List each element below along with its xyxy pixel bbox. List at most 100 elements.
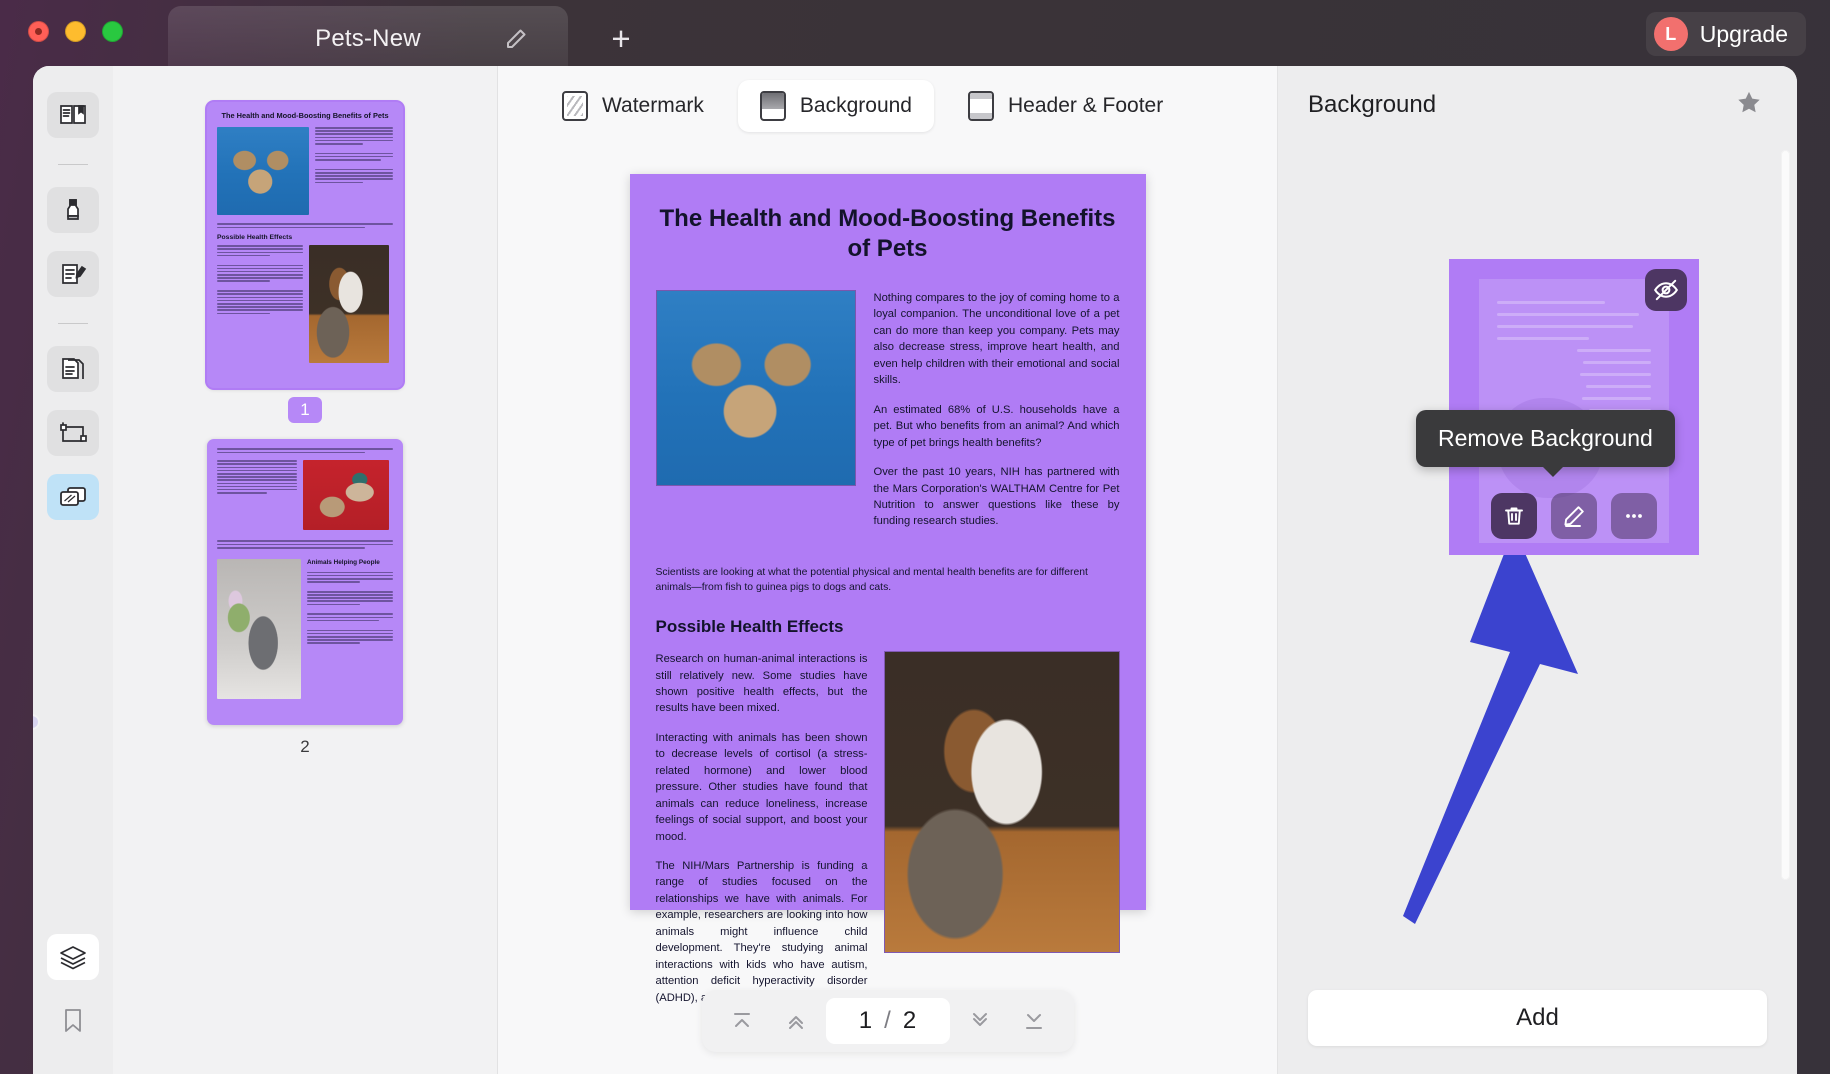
star-glyph: [1738, 91, 1760, 113]
minimize-window-button[interactable]: [65, 21, 86, 42]
page-thumbnail-list[interactable]: The Health and Mood-Boosting Benefits of…: [113, 66, 498, 1074]
thumb-text-block: [315, 126, 393, 215]
chevron-down-icon: [972, 1013, 987, 1026]
sidebar-item-annotate[interactable]: [47, 251, 99, 297]
page-title: The Health and Mood-Boosting Benefits of…: [659, 205, 1116, 262]
pages-icon: [62, 358, 84, 379]
trash-icon: [1505, 507, 1523, 525]
page-paragraph-5: Interacting with animals has been shown …: [655, 731, 868, 843]
previous-page-button[interactable]: [772, 999, 820, 1043]
edit-document-icon: [62, 264, 87, 284]
page-paragraph-6: The NIH/Mars Partnership is funding a ra…: [655, 860, 868, 1004]
last-page-button[interactable]: [1010, 999, 1058, 1043]
title-bar: Pets-New + L Upgrade: [0, 0, 1830, 72]
sidebar-item-bookmark[interactable]: [47, 998, 99, 1044]
rail-divider: [58, 164, 88, 165]
next-page-button[interactable]: [956, 999, 1004, 1043]
thumbnail-item[interactable]: The Health and Mood-Boosting Benefits of…: [207, 102, 403, 423]
total-pages: 2: [902, 1007, 917, 1034]
pencil-icon: [1564, 506, 1584, 527]
close-window-button[interactable]: [28, 21, 49, 42]
bookmark-icon: [65, 1009, 81, 1032]
thumb2-image-graycat: [217, 558, 301, 699]
background-icon: [759, 91, 786, 121]
document-tab-title: Pets-New: [315, 25, 421, 52]
background-preview-card[interactable]: Remove Background: [1416, 259, 1699, 555]
rail-divider-2: [58, 323, 88, 324]
page-thumbnail-1[interactable]: The Health and Mood-Boosting Benefits of…: [207, 102, 403, 388]
document-page[interactable]: The Health and Mood-Boosting Benefits of…: [629, 174, 1146, 1004]
crop-icon: [60, 422, 87, 442]
remove-background-button[interactable]: [1491, 493, 1537, 539]
header-footer-icon: [967, 91, 994, 121]
page-scroll-area[interactable]: The Health and Mood-Boosting Benefits of…: [498, 146, 1277, 1074]
traffic-lights: [28, 21, 123, 42]
sidebar-item-background[interactable]: [47, 474, 99, 520]
page-separator: /: [884, 1007, 891, 1034]
thumb2-top-note: [217, 448, 393, 454]
background-panel: Background Remove Background Add: [1277, 66, 1797, 1074]
app-window: Pets-New + L Upgrade The Health and Mood…: [0, 0, 1830, 1074]
sidebar-item-crop[interactable]: [47, 410, 99, 456]
first-page-button[interactable]: [718, 999, 766, 1043]
chevron-up-icon: [788, 1016, 803, 1029]
tab-watermark-label: Watermark: [602, 94, 704, 117]
tab-header-footer[interactable]: Header & Footer: [946, 80, 1185, 132]
page-navigation[interactable]: 1 / 2: [701, 990, 1074, 1052]
page-paragraph-1: Nothing compares to the joy of coming ho…: [873, 292, 1120, 387]
new-tab-button[interactable]: +: [603, 20, 639, 56]
book-icon: [60, 105, 86, 124]
page-image-cat: [655, 290, 856, 486]
tab-header-footer-label: Header & Footer: [1007, 94, 1164, 117]
toggle-background-visibility-button[interactable]: [1645, 269, 1687, 311]
app-body: The Health and Mood-Boosting Benefits of…: [33, 66, 1797, 1074]
zoom-window-button[interactable]: [102, 21, 123, 42]
tool-tab-bar: Watermark Background Header & Footer: [498, 66, 1277, 146]
double-chevron-down-bar-icon: [1025, 1014, 1042, 1029]
annotation-arrow: [1403, 528, 1578, 924]
more-options-button[interactable]: [1611, 493, 1657, 539]
thumb-title: The Health and Mood-Boosting Benefits of…: [221, 111, 389, 120]
rail-resize-handle[interactable]: [33, 716, 38, 728]
thumb-image-cat: [217, 126, 309, 215]
add-background-button[interactable]: Add: [1308, 990, 1767, 1046]
rename-pencil-icon[interactable]: [504, 27, 528, 51]
sidebar-item-layers[interactable]: [47, 934, 99, 980]
stack-icon: [60, 946, 86, 970]
watermark-icon: [562, 91, 588, 121]
page-paragraph-3: Over the past 10 years, NIH has partnere…: [873, 466, 1120, 528]
page-paragraph-4: Research on human-animal interactions is…: [655, 653, 868, 715]
thumb2-text-block: [217, 460, 297, 530]
thumbnail-page-number: 1: [288, 397, 322, 423]
ellipsis-icon: [1626, 514, 1642, 518]
thumb2-quote: [217, 540, 393, 549]
thumb-wide-note: [217, 222, 393, 229]
panel-header: Background: [1278, 66, 1797, 144]
star-icon[interactable]: [1735, 89, 1763, 121]
sidebar-item-organize-pages[interactable]: [47, 346, 99, 392]
avatar: L: [1653, 17, 1688, 51]
thumb-image-dogcat: [309, 245, 389, 364]
panel-title: Background: [1308, 91, 1437, 118]
page-number-input[interactable]: 1 / 2: [825, 998, 950, 1044]
edit-background-button[interactable]: [1551, 493, 1597, 539]
page-thumbnail-2[interactable]: Animals Helping People: [207, 439, 403, 725]
tool-rail: [33, 66, 113, 1074]
sidebar-item-highlight[interactable]: [47, 187, 99, 233]
thumbnail-item-2[interactable]: Animals Helping People 2: [207, 439, 403, 760]
thumb-text-block-2: [217, 245, 303, 363]
page-image-dogcat: [883, 651, 1120, 954]
page-paragraph-2: An estimated 68% of U.S. households have…: [873, 403, 1120, 449]
document-tab[interactable]: Pets-New: [168, 6, 568, 72]
eye-off-icon: [1653, 279, 1679, 301]
tab-background[interactable]: Background: [737, 80, 934, 132]
thumb2-text-block-2: Animals Helping People: [307, 559, 393, 699]
upgrade-button[interactable]: L Upgrade: [1645, 12, 1806, 56]
layers-cards-icon: [60, 487, 86, 506]
page-heading-2: Possible Health Effects: [655, 617, 844, 637]
panel-body: Remove Background: [1278, 144, 1797, 990]
sidebar-item-reader-view[interactable]: [47, 92, 99, 138]
current-page: 1: [858, 1007, 873, 1034]
thumb-heading-2: Possible Health Effects: [217, 234, 293, 242]
tab-watermark[interactable]: Watermark: [540, 80, 726, 132]
